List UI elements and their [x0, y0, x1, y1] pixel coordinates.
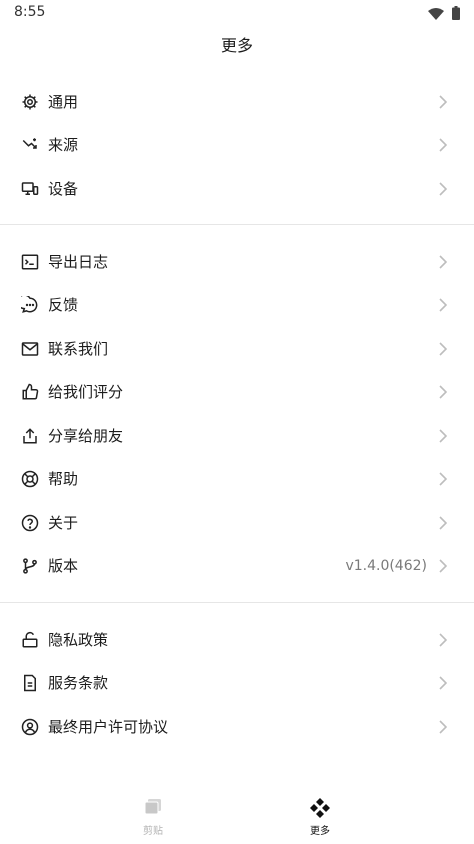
menu-item-privacy[interactable]: 隐私政策	[0, 618, 474, 661]
question-circle-icon	[20, 513, 40, 533]
menu-item-sources[interactable]: 来源	[0, 123, 474, 166]
menu-item-label: 导出日志	[48, 253, 109, 271]
lifebuoy-icon	[20, 469, 40, 489]
menu-item-label: 关于	[48, 514, 79, 532]
menu-item-label: 最终用户许可协议	[48, 718, 169, 736]
section-divider	[0, 224, 474, 225]
menu-item-general[interactable]: 通用	[0, 80, 474, 123]
battery-icon	[452, 5, 460, 24]
chevron-right-icon	[438, 515, 448, 531]
chevron-right-icon	[438, 675, 448, 691]
wifi-icon	[428, 5, 444, 24]
clipboard-stack-icon	[143, 798, 163, 818]
chevron-right-icon	[438, 181, 448, 197]
menu-item-help[interactable]: 帮助	[0, 457, 474, 500]
tab-label: 更多	[310, 826, 330, 837]
chevron-right-icon	[438, 719, 448, 735]
menu-item-version[interactable]: 版本 v1.4.0(462)	[0, 544, 474, 587]
menu-item-label: 通用	[48, 93, 79, 111]
menu-item-terms[interactable]: 服务条款	[0, 661, 474, 704]
menu-item-contact[interactable]: 联系我们	[0, 327, 474, 370]
menu-item-label: 给我们评分	[48, 383, 124, 401]
bottom-tab-bar: 剪贴 更多	[0, 786, 474, 844]
source-icon	[20, 135, 40, 155]
menu-item-label: 来源	[48, 136, 79, 154]
menu-item-label: 帮助	[48, 470, 79, 488]
thumbs-up-icon	[20, 382, 40, 402]
status-time: 8:55	[14, 4, 46, 20]
menu-item-label: 联系我们	[48, 340, 109, 358]
version-value: v1.4.0(462)	[345, 557, 427, 574]
tab-label: 剪贴	[143, 826, 163, 837]
section-divider	[0, 602, 474, 603]
menu-item-devices[interactable]: 设备	[0, 167, 474, 210]
menu-item-label: 反馈	[48, 296, 79, 314]
chevron-right-icon	[438, 254, 448, 270]
gear-icon	[20, 92, 40, 112]
menu-item-label: 分享给朋友	[48, 427, 124, 445]
status-icons	[428, 5, 460, 24]
menu-item-export-logs[interactable]: 导出日志	[0, 240, 474, 283]
chevron-right-icon	[438, 297, 448, 313]
unlock-icon	[20, 630, 40, 650]
mail-icon	[20, 339, 40, 359]
share-icon	[20, 426, 40, 446]
menu-item-label: 设备	[48, 180, 79, 198]
devices-icon	[20, 179, 40, 199]
chevron-right-icon	[438, 632, 448, 648]
chevron-right-icon	[438, 137, 448, 153]
tab-clipboard[interactable]: 剪贴	[113, 786, 193, 844]
chevron-right-icon	[438, 428, 448, 444]
status-bar: 8:55	[0, 0, 474, 26]
tab-more[interactable]: 更多	[280, 786, 360, 844]
document-icon	[20, 673, 40, 693]
chat-bubble-icon	[20, 295, 40, 315]
user-circle-icon	[20, 717, 40, 737]
page-title: 更多	[220, 36, 253, 55]
menu-item-share[interactable]: 分享给朋友	[0, 414, 474, 457]
menu-item-about[interactable]: 关于	[0, 501, 474, 544]
chevron-right-icon	[438, 471, 448, 487]
terminal-icon	[20, 252, 40, 272]
menu-item-label: 版本	[48, 557, 79, 575]
menu-item-label: 隐私政策	[48, 631, 109, 649]
menu-item-rate[interactable]: 给我们评分	[0, 370, 474, 413]
chevron-right-icon	[438, 94, 448, 110]
chevron-right-icon	[438, 384, 448, 400]
menu-item-feedback[interactable]: 反馈	[0, 283, 474, 326]
menu-item-label: 服务条款	[48, 674, 109, 692]
menu-item-eula[interactable]: 最终用户许可协议	[0, 705, 474, 748]
diamond-grid-icon	[310, 798, 330, 818]
chevron-right-icon	[438, 558, 448, 574]
chevron-right-icon	[438, 341, 448, 357]
git-branch-icon	[20, 556, 40, 576]
